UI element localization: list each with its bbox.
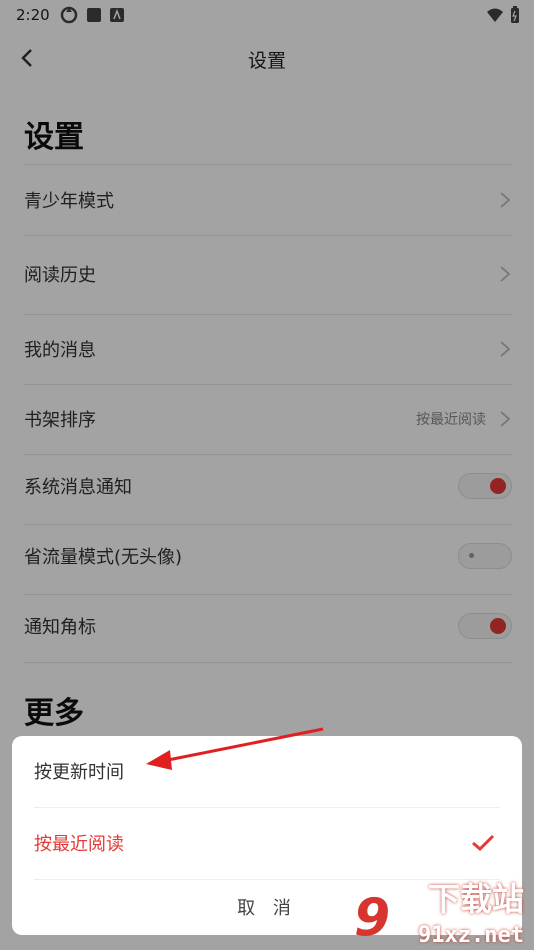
watermark: 9 下载站 91xz.net bbox=[354, 880, 530, 950]
check-icon bbox=[472, 834, 495, 852]
option-label: 按最近阅读 bbox=[34, 834, 124, 855]
watermark-url: 91xz.net bbox=[418, 923, 524, 948]
sort-option-update-time[interactable]: 按更新时间 bbox=[12, 736, 522, 806]
watermark-text: 下载站 bbox=[427, 880, 524, 918]
watermark-logo: 9 bbox=[354, 888, 391, 948]
sort-option-recent-read[interactable]: 按最近阅读 bbox=[12, 808, 522, 878]
option-label: 按更新时间 bbox=[34, 762, 124, 783]
